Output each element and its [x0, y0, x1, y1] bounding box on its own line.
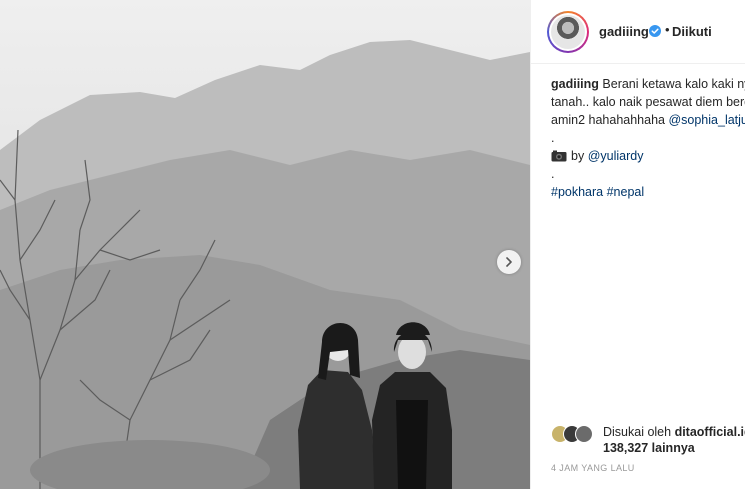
separator-dot: •: [665, 22, 670, 37]
header-username[interactable]: gadiiing: [599, 24, 649, 39]
caption-dot: .: [551, 167, 555, 181]
hashtag-pokhara[interactable]: #pokhara: [551, 185, 603, 199]
caption-username[interactable]: gadiiing: [551, 77, 599, 91]
post-sidebar: gadiiing • Diikuti gadiiing Berani ketaw…: [530, 0, 745, 489]
next-photo-button[interactable]: [497, 250, 521, 274]
caption-dot: .: [551, 131, 555, 145]
camera-emoji-icon: [551, 150, 567, 162]
verified-badge-icon: [649, 25, 661, 37]
chevron-right-icon: [506, 257, 512, 267]
liker-avatars[interactable]: [551, 425, 599, 443]
post-header: gadiiing • Diikuti: [531, 0, 745, 64]
post-photo[interactable]: [0, 0, 530, 489]
liker-username[interactable]: ditaofficial.id: [675, 425, 745, 439]
liked-by-prefix: Disukai oleh: [603, 425, 675, 439]
likes-count-link[interactable]: 138,327 lainnya: [603, 441, 695, 455]
mention-link[interactable]: @sophia_latjul: [668, 113, 745, 127]
photo-credit-prefix: by: [571, 149, 588, 163]
caption-text-line2: tanah.. kalo naik pesawat diem berd: [551, 95, 745, 109]
caption-text-line1: Berani ketawa kalo kaki ny: [602, 77, 745, 91]
photo-image: [0, 0, 530, 489]
photographer-mention-link[interactable]: @yuliardy: [588, 149, 644, 163]
hashtag-nepal[interactable]: #nepal: [607, 185, 645, 199]
caption-text-line3: amin2 hahahahhaha: [551, 113, 669, 127]
post-caption: gadiiing Berani ketawa kalo kaki ny tana…: [551, 75, 745, 201]
avatar: [575, 425, 593, 443]
user-avatar[interactable]: [547, 11, 589, 53]
post-timestamp[interactable]: 4 JAM YANG LALU: [551, 463, 635, 473]
following-button[interactable]: Diikuti: [672, 24, 712, 39]
